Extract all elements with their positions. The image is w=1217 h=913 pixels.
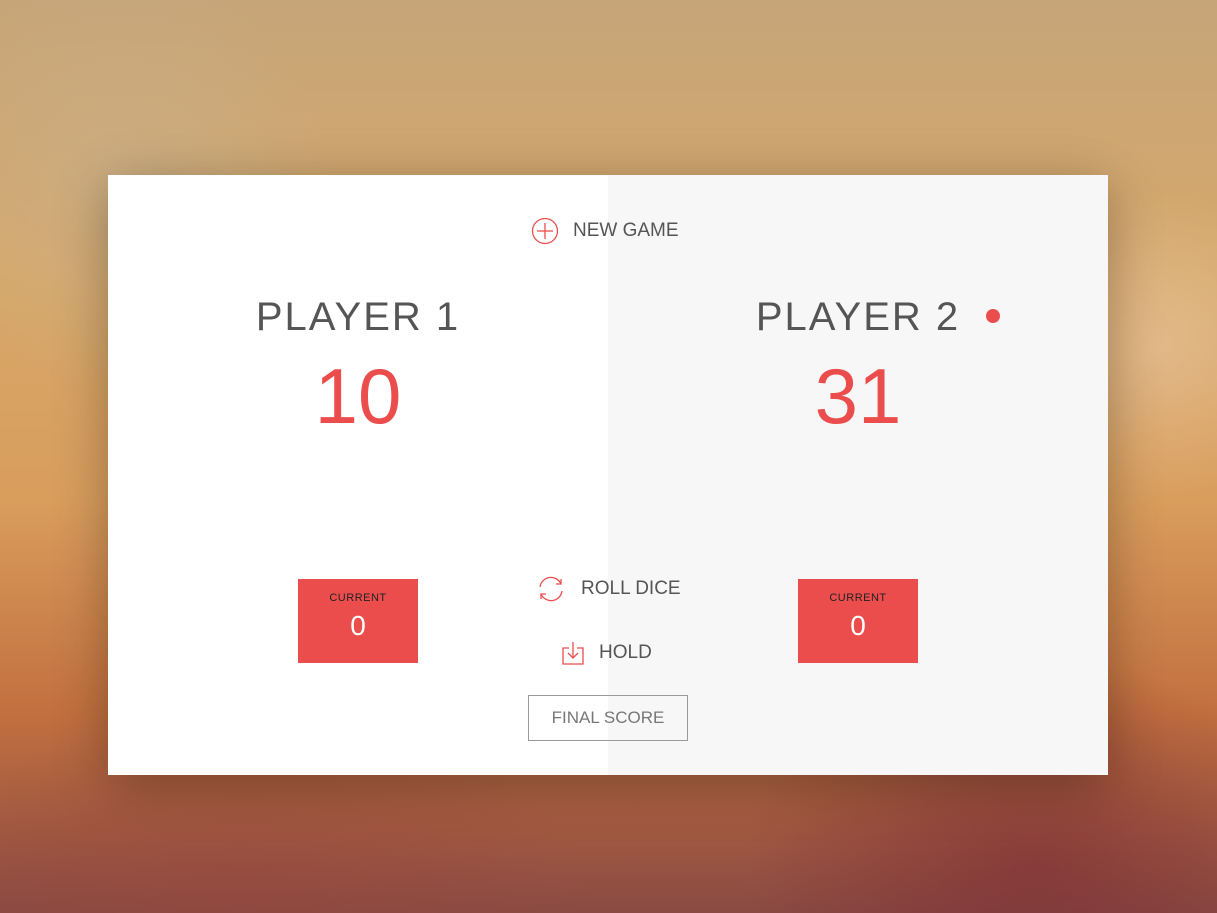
player-2-current-score: 0 bbox=[850, 610, 866, 641]
roll-dice-label: Roll dice bbox=[581, 578, 681, 599]
player-1-name: Player 1 bbox=[255, 295, 461, 339]
player-1-current-box: Current 0 bbox=[298, 579, 418, 663]
game-board: Player 1 10 Current 0 Player 2 31 Curren… bbox=[108, 175, 1108, 775]
player-2-current-label: Current bbox=[829, 592, 887, 604]
hold-button[interactable]: Hold bbox=[561, 640, 652, 666]
player-1-current-label: Current bbox=[329, 592, 387, 604]
player-2-score: 31 bbox=[814, 352, 902, 440]
player-1-score: 10 bbox=[314, 352, 402, 440]
hold-label: Hold bbox=[599, 642, 652, 663]
player-1-panel: Player 1 10 Current 0 bbox=[108, 175, 608, 775]
final-score-input[interactable] bbox=[528, 695, 688, 741]
active-player-dot-icon bbox=[986, 309, 1001, 323]
player-2-name-text: Player 2 bbox=[755, 295, 961, 339]
player-2-current-box: Current 0 bbox=[798, 579, 918, 663]
circle-plus-icon bbox=[531, 217, 559, 245]
roll-dice-button[interactable]: Roll dice bbox=[535, 574, 681, 604]
refresh-icon bbox=[539, 576, 563, 602]
new-game-button[interactable]: New game bbox=[531, 217, 679, 245]
player-2-panel: Player 2 31 Current 0 bbox=[608, 175, 1108, 775]
player-1-current-score: 0 bbox=[350, 610, 366, 641]
player-2-name: Player 2 bbox=[755, 293, 1001, 341]
new-game-label: New game bbox=[573, 220, 679, 241]
download-icon bbox=[562, 642, 584, 665]
